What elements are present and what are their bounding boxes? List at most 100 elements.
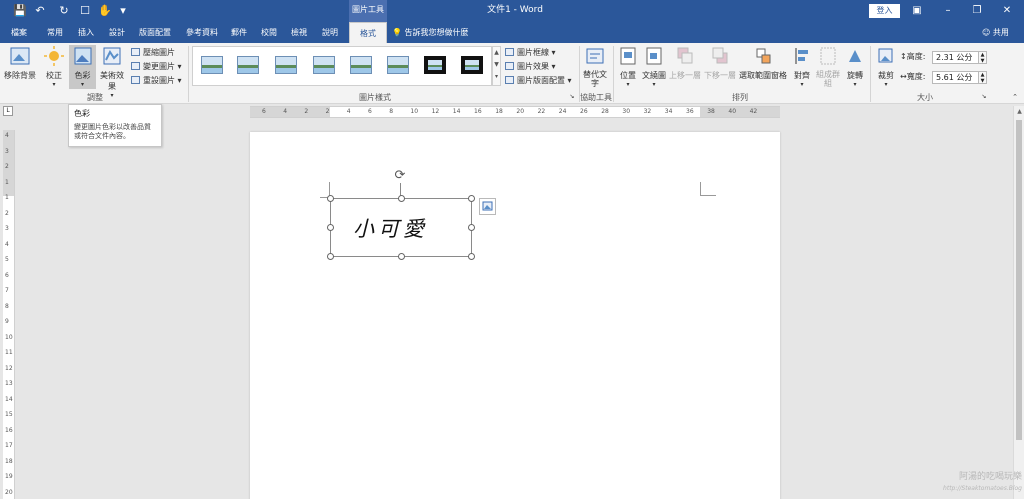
group-separator xyxy=(613,46,614,102)
tab-format[interactable]: 格式 xyxy=(349,22,387,43)
height-field[interactable]: 2.31 公分 xyxy=(932,51,982,64)
picture-tools-context-label: 圖片工具 xyxy=(349,0,387,22)
dialog-launcher-icon[interactable]: ↘ xyxy=(568,93,576,100)
ruler-number: 3 xyxy=(5,147,9,155)
picture-style-thumbnail[interactable] xyxy=(313,56,335,74)
compress-pictures-button[interactable]: 壓縮圖片 xyxy=(131,47,175,59)
tab-mailings[interactable]: 郵件 xyxy=(226,22,252,43)
bring-forward-button[interactable]: 上移一層 xyxy=(667,46,703,81)
color-button[interactable]: 色彩 ▾ xyxy=(69,45,96,89)
picture-style-thumbnail[interactable] xyxy=(424,56,446,74)
selected-picture[interactable]: 小可愛 xyxy=(327,195,475,260)
tab-help[interactable]: 說明 xyxy=(316,22,344,43)
scrollbar-thumb[interactable] xyxy=(1016,120,1022,440)
undo-icon[interactable]: ↶ xyxy=(32,3,48,19)
tab-layout[interactable]: 版面配置 xyxy=(134,22,176,43)
picture-styles-gallery[interactable] xyxy=(192,46,492,86)
ruler-number: 3 xyxy=(5,225,9,232)
group-objects-button[interactable]: 組成群組 xyxy=(814,46,842,88)
customize-quick-access-icon[interactable]: ▾ xyxy=(115,3,131,19)
ruler-number: 1 xyxy=(5,178,9,186)
picture-style-thumbnail[interactable] xyxy=(201,56,223,74)
crop-button[interactable]: 裁剪 ▾ xyxy=(874,46,898,88)
border-icon xyxy=(505,48,514,56)
rotate-handle-icon[interactable]: ⟳ xyxy=(393,169,407,183)
tab-selector[interactable]: L xyxy=(3,106,13,116)
tab-design[interactable]: 設計 xyxy=(102,22,132,43)
resize-handle[interactable] xyxy=(468,253,475,260)
width-spinner[interactable]: ▲ ▼ xyxy=(978,71,987,84)
touch-mode-icon[interactable]: ✋ xyxy=(97,3,113,19)
ruler-number: 34 xyxy=(664,108,673,115)
resize-handle[interactable] xyxy=(398,253,405,260)
rotate-button[interactable]: 旋轉 ▾ xyxy=(843,46,867,88)
document-page[interactable]: ⟳ 小可愛 xyxy=(250,132,780,499)
resize-handle[interactable] xyxy=(468,224,475,231)
vertical-scrollbar[interactable]: ▲ xyxy=(1013,106,1024,499)
change-picture-icon xyxy=(131,62,140,70)
maximize-icon[interactable]: ❐ xyxy=(967,2,987,20)
save-icon[interactable]: 💾 xyxy=(12,3,28,19)
picture-style-thumbnail[interactable] xyxy=(461,56,483,74)
tab-view[interactable]: 檢視 xyxy=(286,22,312,43)
ruler-number: 16 xyxy=(5,426,13,434)
resize-handle[interactable] xyxy=(327,224,334,231)
tab-home[interactable]: 常用 xyxy=(40,22,70,43)
remove-background-label: 移除背景 xyxy=(4,71,36,80)
picture-style-thumbnail[interactable] xyxy=(275,56,297,74)
minimize-icon[interactable]: – xyxy=(938,2,958,20)
corrections-button[interactable]: 校正 ▾ xyxy=(42,46,66,88)
ruler-number: 6 xyxy=(262,108,266,115)
ruler-number: 18 xyxy=(495,108,503,115)
gallery-scroll-buttons[interactable]: ▲ ▼ ▾ xyxy=(492,46,501,86)
close-icon[interactable]: ✕ xyxy=(997,2,1017,20)
scroll-up-icon[interactable]: ▲ xyxy=(1014,106,1024,117)
position-button[interactable]: 位置 ▾ xyxy=(617,46,639,88)
selection-pane-button[interactable]: 選取範圍窗格 xyxy=(738,46,788,81)
share-button[interactable]: ☺ 共用 xyxy=(982,22,1009,43)
picture-style-thumbnail[interactable] xyxy=(350,56,372,74)
ruler-number: 8 xyxy=(389,108,394,115)
ruler-number: 26 xyxy=(580,108,588,115)
ruler-number: 12 xyxy=(431,108,440,115)
remove-background-button[interactable]: 移除背景 xyxy=(2,46,38,81)
wrap-text-button[interactable]: 文繞圖 ▾ xyxy=(641,46,667,88)
width-field[interactable]: 5.61 公分 xyxy=(932,71,982,84)
resize-handle[interactable] xyxy=(468,195,475,202)
tell-me-search[interactable]: 💡 告訴我您想做什麼 xyxy=(392,22,469,43)
dialog-launcher-icon[interactable]: ↘ xyxy=(980,93,988,100)
ruler-number: 2 xyxy=(304,108,309,115)
resize-handle[interactable] xyxy=(398,195,405,202)
login-button[interactable]: 登入 xyxy=(869,4,900,18)
ruler-number: 12 xyxy=(5,364,13,372)
resize-handle[interactable] xyxy=(327,195,334,202)
picture-style-thumbnail[interactable] xyxy=(237,56,259,74)
resize-handle[interactable] xyxy=(327,253,334,260)
alt-text-button[interactable]: 替代文字 xyxy=(582,46,608,88)
horizontal-ruler[interactable]: 6 4 2 2 4 6 8 10 12 14 16 18 20 22 24 26 28 30 32 34 36 38 40 4… xyxy=(250,106,780,118)
width-icon: ↔ xyxy=(900,72,907,81)
picture-layout-button[interactable]: 圖片版面配置 ▾ xyxy=(505,75,572,87)
new-document-icon[interactable]: ☐ xyxy=(77,3,93,19)
tab-insert[interactable]: 插入 xyxy=(71,22,101,43)
color-picture-icon xyxy=(74,47,91,65)
tab-references[interactable]: 參考資料 xyxy=(181,22,223,43)
vertical-ruler[interactable]: 4 3 2 1 1 2 3 4 5 6 7 8 9 10 11 12 13 14 15 16 17 18 19 20 xyxy=(3,130,15,499)
height-spinner[interactable]: ▲ ▼ xyxy=(978,51,987,64)
layout-options-button[interactable] xyxy=(479,198,496,215)
ruler-number: 4 xyxy=(5,132,9,139)
bring-forward-icon xyxy=(677,47,693,64)
send-backward-button[interactable]: 下移一層 xyxy=(702,46,738,81)
align-button[interactable]: 對齊 ▾ xyxy=(790,46,814,88)
ruler-number: 30 xyxy=(622,108,631,115)
collapse-ribbon-icon[interactable]: ⌃ xyxy=(1010,93,1020,101)
picture-effects-button[interactable]: 圖片效果 ▾ xyxy=(505,61,556,73)
tab-file[interactable]: 檔案 xyxy=(4,22,34,43)
ribbon-display-options-icon[interactable]: ▣ xyxy=(907,2,927,20)
tab-review[interactable]: 校閱 xyxy=(256,22,282,43)
reset-picture-button[interactable]: 重設圖片 ▾ xyxy=(131,75,182,87)
redo-icon[interactable]: ↻ xyxy=(56,3,72,19)
picture-border-button[interactable]: 圖片框線 ▾ xyxy=(505,47,556,59)
change-picture-button[interactable]: 變更圖片 ▾ xyxy=(131,61,182,73)
picture-style-thumbnail[interactable] xyxy=(387,56,409,74)
